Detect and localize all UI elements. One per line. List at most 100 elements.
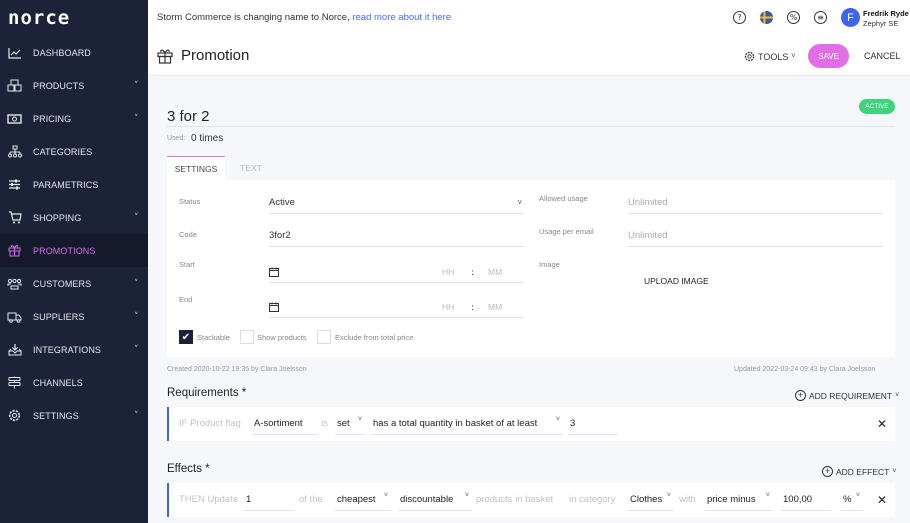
sidebar-item-products[interactable]: PRODUCTS ˅	[0, 69, 148, 102]
sidebar-item-label: SETTINGS	[33, 410, 79, 421]
end-label: End	[179, 295, 193, 304]
page-header: Promotion TOOLS ˅ SAVE CANCEL	[148, 36, 910, 76]
user-name[interactable]: Fredrik Ryde	[863, 9, 909, 18]
sidebar-item-customers[interactable]: CUSTOMERS ˅	[0, 267, 148, 300]
product-flag-input[interactable]: A-sortiment	[252, 413, 318, 435]
remove-effect-icon[interactable]: ✕	[877, 493, 887, 507]
chevron-down-icon: ˅	[357, 416, 362, 423]
status-label: Status	[179, 197, 201, 206]
sidebar-item-label: SUPPLIERS	[33, 311, 85, 322]
update-count-input[interactable]: 1	[244, 489, 294, 511]
show-products-label: Show products	[257, 333, 307, 342]
flag-sweden-icon[interactable]	[760, 11, 773, 24]
exclude-from-total-price-checkbox[interactable]	[317, 330, 331, 344]
operation-select[interactable]: price minus ˅	[705, 489, 773, 511]
image-label: Image	[539, 260, 560, 269]
start-hour-input[interactable]: HH	[442, 267, 454, 277]
sidebar-item-suppliers[interactable]: SUPPLIERS ˅	[0, 300, 148, 333]
condition-value: has a total quantity in basket of at lea…	[373, 418, 538, 429]
exclude-from-total-price-label: Exclude from total price	[335, 333, 414, 342]
upload-image-button[interactable]: UPLOAD IMAGE	[644, 276, 709, 286]
help-icon[interactable]: ?	[733, 11, 746, 24]
rename-notice: Storm Commerce is changing name to Norce…	[157, 12, 451, 23]
flag-state-select[interactable]: set ˅	[335, 413, 365, 435]
top-bar: Storm Commerce is changing name to Norce…	[148, 0, 910, 36]
notice-text: Storm Commerce is changing name to Norce…	[157, 12, 350, 23]
chevron-down-icon: ˅	[666, 492, 671, 499]
condition-select[interactable]: has a total quantity in basket of at lea…	[371, 413, 563, 435]
allowed-usage-label: Allowed usage	[539, 194, 588, 203]
sidebar-item-integrations[interactable]: INTEGRATIONS ˅	[0, 333, 148, 366]
chevron-down-icon: ˅	[134, 344, 139, 355]
end-date-input[interactable]	[269, 296, 524, 318]
chevron-down-icon: ˅	[517, 198, 522, 207]
sidebar-item-pricing[interactable]: PRICING ˅	[0, 102, 148, 135]
show-products-checkbox[interactable]	[240, 330, 254, 344]
add-requirement-button[interactable]: + ADD REQUIREMENT ˅	[795, 390, 899, 401]
cart-icon	[7, 211, 22, 225]
user-organization: Zephyr SE	[863, 19, 899, 28]
tools-label: TOOLS	[758, 51, 789, 62]
start-date-input[interactable]	[269, 261, 524, 283]
boxes-icon	[7, 79, 22, 93]
end-hour-input[interactable]: HH	[442, 302, 454, 312]
sidebar-item-dashboard[interactable]: DASHBOARD	[0, 36, 148, 69]
chevron-down-icon: ˅	[134, 113, 139, 124]
sidebar-item-label: PARAMETRICS	[33, 179, 99, 190]
quantity-input[interactable]: 3	[568, 413, 618, 435]
start-minute-input[interactable]: MM	[488, 267, 502, 277]
logo-text: norce	[8, 7, 71, 29]
category-select[interactable]: Clothes ˅	[628, 489, 674, 511]
usage-per-email-input[interactable]: Unlimited	[628, 225, 883, 247]
sidebar-item-shopping[interactable]: SHOPPING ˅	[0, 201, 148, 234]
tab-settings[interactable]: SETTINGS	[167, 156, 225, 180]
code-input[interactable]: 3for2	[269, 225, 524, 247]
divider	[167, 126, 895, 127]
amount-input[interactable]: 100,00	[781, 489, 831, 511]
end-minute-input[interactable]: MM	[488, 302, 502, 312]
kind-select[interactable]: discountable ˅	[398, 489, 472, 511]
calendar-icon	[269, 302, 279, 312]
chevron-down-icon: ˅	[134, 410, 139, 421]
of-the-text: of the	[299, 494, 323, 505]
remove-requirement-icon[interactable]: ✕	[877, 417, 887, 431]
unit-select[interactable]: % ˅	[841, 489, 863, 511]
sidebar-item-settings[interactable]: SETTINGS ˅	[0, 399, 148, 432]
start-label: Start	[179, 260, 195, 269]
used-value: 0 times	[191, 133, 224, 144]
requirement-row: IF Product flag A-sortiment is set ˅ has …	[167, 407, 895, 441]
signpost-icon	[7, 376, 22, 390]
hierarchy-icon	[7, 145, 22, 159]
save-button[interactable]: SAVE	[808, 44, 849, 68]
sidebar-item-categories[interactable]: CATEGORIES	[0, 135, 148, 168]
sidebar: norce DASHBOARD PRODUCTS ˅ PRICING ˅ CAT…	[0, 0, 148, 523]
sidebar-item-label: CUSTOMERS	[33, 278, 92, 289]
chevron-down-icon: ˅	[134, 311, 139, 322]
cancel-button[interactable]: CANCEL	[864, 51, 901, 61]
sidebar-item-promotions[interactable]: PROMOTIONS	[0, 234, 148, 267]
status-select[interactable]: Active ˅	[269, 192, 524, 214]
flag-state-value: set	[337, 418, 350, 429]
sidebar-item-channels[interactable]: CHANNELS	[0, 366, 148, 399]
tab-text[interactable]: TEXT	[228, 156, 274, 180]
logo[interactable]: norce	[0, 0, 148, 36]
requirement-prefix: IF Product flag	[179, 418, 241, 429]
avatar[interactable]: F	[841, 8, 860, 27]
sidebar-item-parametrics[interactable]: PARAMETRICS	[0, 168, 148, 201]
stackable-checkbox[interactable]: ✔	[179, 330, 193, 344]
cash-register-icon[interactable]: ≡	[814, 11, 827, 24]
promotion-name-input[interactable]: 3 for 2	[167, 108, 210, 125]
plus-circle-icon: +	[795, 390, 806, 401]
add-effect-button[interactable]: + ADD EFFECT ˅	[822, 466, 896, 477]
sidebar-item-label: CATEGORIES	[33, 146, 93, 157]
tools-menu[interactable]: TOOLS ˅	[744, 51, 795, 62]
unit-value: %	[843, 494, 852, 505]
requirements-title: Requirements *	[167, 387, 247, 399]
which-select[interactable]: cheapest ˅	[335, 489, 391, 511]
percent-icon[interactable]: %	[787, 11, 800, 24]
gear-icon	[744, 51, 755, 62]
read-more-link[interactable]: read more about it here	[352, 12, 451, 23]
allowed-usage-input[interactable]: Unlimited	[628, 192, 883, 214]
chevron-down-icon: ˅	[895, 392, 900, 399]
created-info: Created 2020-10-22 19:35 by Clara Joelss…	[167, 366, 307, 373]
